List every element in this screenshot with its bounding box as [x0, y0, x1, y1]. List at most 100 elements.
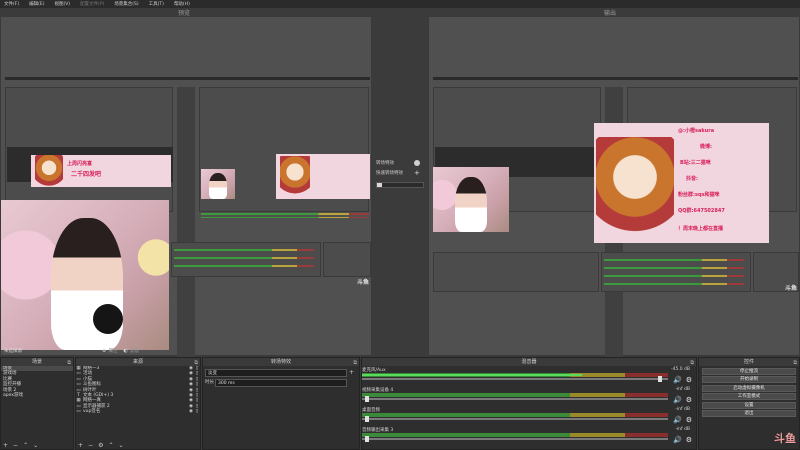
- preview-banner: 上周闪亮富 二千四发吧: [31, 155, 171, 187]
- preview-pane[interactable]: 上周闪亮富 二千四发吧 斗鱼: [0, 16, 372, 357]
- stop-streaming-button[interactable]: 停止推流: [702, 367, 796, 375]
- volume-slider[interactable]: [362, 398, 668, 400]
- quick-transition-label: 快速转场特效: [376, 171, 403, 176]
- program-banner: @:小橙sakura 微博: B站:三二猫咪 抖音: 粉丝群:sqs和猫咪 QQ…: [594, 123, 769, 243]
- transitions-dock: 转场特效 ⧉ 淡变 + 时长 300 ms: [202, 357, 360, 450]
- sources-dock: 来源 ⧉ ▦ 网络一3 ◉ ▯ ▭ 活动 ◉ ▯ ▭ 小猫 ◉ ▯ ▭ 斗鱼图标 ◉ ▯ ▭ 树叶叶 ◉ ▯ T…: [75, 357, 201, 450]
- gear-icon[interactable]: ⚙: [686, 376, 692, 384]
- source-toolbar: 未选择源 ⚙ 属性 ◐ 滤镜: [0, 346, 800, 356]
- preview-banner-subtext: 二千四发吧: [71, 171, 102, 178]
- banner-line: 粉丝群:sqs和猫咪: [678, 192, 720, 198]
- program-pane: @:小橙sakura 微博: B站:三二猫咪 抖音: 粉丝群:sqs和猫咪 QQ…: [428, 16, 800, 357]
- volume-slider[interactable]: [362, 438, 668, 440]
- studio-mode-button[interactable]: 工作室模式: [702, 393, 796, 400]
- mixer-channel: 桌面音频 -inf dB 🔊 ⚙: [362, 407, 696, 425]
- menu-help[interactable]: 帮助(H): [174, 1, 190, 7]
- gear-icon[interactable]: ⚙: [686, 416, 692, 424]
- menu-view[interactable]: 视图(V): [54, 1, 70, 7]
- channel-db: -inf dB: [675, 427, 690, 432]
- properties-gear-icon[interactable]: ⚙: [102, 348, 106, 354]
- banner-line: QQ群:647502847: [678, 208, 725, 214]
- preview-nested-gap: [177, 87, 195, 357]
- plush-toy-icon: [433, 175, 457, 215]
- remove-icon[interactable]: −: [88, 442, 93, 449]
- volume-knob[interactable]: [365, 416, 370, 422]
- gear-icon[interactable]: ⚙: [98, 442, 103, 449]
- start-virtual-camera-button[interactable]: 启动虚拟摄像机: [702, 384, 796, 392]
- volume-knob[interactable]: [365, 396, 370, 402]
- preview-mini-cam: [201, 169, 235, 199]
- volume-knob[interactable]: [657, 376, 662, 382]
- add-icon[interactable]: +: [78, 442, 83, 449]
- transition-slider[interactable]: [376, 182, 424, 188]
- speaker-icon[interactable]: 🔊: [673, 416, 682, 424]
- chevron-up-icon[interactable]: ⌃: [108, 442, 113, 449]
- volume-slider[interactable]: [362, 378, 668, 380]
- filters-button[interactable]: 滤镜: [130, 348, 139, 354]
- controls-title: 控件 ⧉: [699, 358, 799, 366]
- menu-profile[interactable]: 配置文件(P): [80, 1, 104, 7]
- exit-button[interactable]: 退出: [702, 410, 796, 417]
- channel-db: -45.0 dB: [670, 367, 690, 372]
- menu-file[interactable]: 文件(F): [4, 1, 19, 7]
- level-meter: [362, 373, 668, 377]
- transition-select[interactable]: 淡变: [205, 369, 347, 377]
- plus-icon[interactable]: +: [414, 169, 420, 177]
- volume-slider[interactable]: [362, 418, 668, 420]
- preview-nested-menubar: [5, 77, 370, 80]
- settings-button[interactable]: 设置: [702, 401, 796, 409]
- preview-webcam: [1, 200, 169, 350]
- volume-knob[interactable]: [365, 436, 370, 442]
- streamer-icon: [455, 177, 487, 232]
- preview-nested-meter: [201, 213, 369, 215]
- scenes-title: 场景 ⧉: [1, 358, 73, 366]
- gear-icon[interactable]: ⚙: [686, 436, 692, 444]
- streamer-icon: [209, 173, 227, 199]
- start-recording-button[interactable]: 开始录制: [702, 376, 796, 383]
- banner-line: @:小橙sakura: [678, 128, 715, 134]
- add-icon[interactable]: +: [3, 442, 8, 449]
- menu-bar: 文件(F) 编辑(E) 视图(V) 配置文件(P) 场景集合(S) 工具(T) …: [0, 0, 800, 8]
- chevron-down-icon[interactable]: ⌄: [33, 442, 38, 449]
- preview-nested-mixer: [171, 242, 321, 277]
- program-webcam: [433, 167, 509, 232]
- gear-icon[interactable]: ⚙: [686, 396, 692, 404]
- speaker-icon[interactable]: 🔊: [673, 376, 682, 384]
- filters-icon[interactable]: ◐: [123, 348, 127, 354]
- microphone-icon: [93, 304, 123, 334]
- banner-line: 抖音:: [686, 176, 698, 182]
- remove-icon[interactable]: −: [13, 442, 18, 449]
- speaker-icon[interactable]: 🔊: [673, 396, 682, 404]
- preview-banner-text: 上周闪亮富: [67, 161, 93, 167]
- properties-button[interactable]: 属性: [108, 348, 117, 354]
- scenes-dock: 场景 ⧉ 场景 游戏场 比赛 监控开播 场景 2 apex游戏 + − ⌃ ⌄: [0, 357, 74, 450]
- banner-line: B站:三二猫咪: [680, 160, 711, 166]
- douyu-watermark-small: 斗鱼: [785, 285, 798, 292]
- scene-item[interactable]: apex游戏: [1, 393, 73, 398]
- program-nested-menubar: [433, 77, 798, 80]
- channel-db: -inf dB: [675, 387, 690, 392]
- menu-scene-collection[interactable]: 场景集合(S): [114, 1, 138, 7]
- banner-line: 微博:: [700, 144, 712, 150]
- source-item[interactable]: ▭ vup签名 ◉ ▯: [76, 409, 200, 414]
- banner-line: ！周末晚上都在直播: [678, 226, 724, 232]
- menu-tools[interactable]: 工具(T): [149, 1, 164, 7]
- add-icon[interactable]: +: [349, 369, 354, 376]
- preview-mini-banner: [276, 154, 370, 199]
- duration-input[interactable]: 300 ms: [215, 379, 347, 387]
- gear-icon[interactable]: [414, 160, 420, 166]
- chevron-down-icon[interactable]: ⌄: [118, 442, 123, 449]
- scenes-footer: + − ⌃ ⌄: [1, 441, 73, 449]
- channel-db: -inf dB: [675, 407, 690, 412]
- menu-edit[interactable]: 编辑(E): [29, 1, 44, 7]
- chevron-up-icon[interactable]: ⌃: [23, 442, 28, 449]
- level-fill: [362, 374, 583, 376]
- lock-icon[interactable]: ▯: [194, 409, 200, 414]
- transition-button[interactable]: 转场特效: [376, 160, 394, 166]
- transition-slider-handle[interactable]: [377, 183, 382, 187]
- chibi-character-icon: [280, 156, 310, 196]
- douyu-watermark: 斗鱼: [774, 432, 796, 445]
- chibi-character-icon: [596, 137, 674, 237]
- speaker-icon[interactable]: 🔊: [673, 436, 682, 444]
- mixer-channel: 音频输出采集 3 -inf dB 🔊 ⚙: [362, 427, 696, 445]
